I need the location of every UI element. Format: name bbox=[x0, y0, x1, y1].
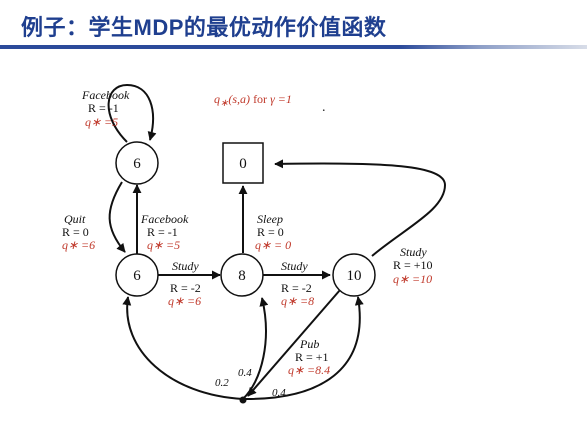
facebook-loop-q: q∗ =5 bbox=[85, 115, 118, 129]
node-class3: 10 bbox=[332, 253, 376, 297]
node-class2: 8 bbox=[220, 253, 264, 297]
quit-reward: R = 0 bbox=[62, 225, 89, 239]
study2-q: q∗ =8 bbox=[281, 294, 314, 308]
pub-action: Pub bbox=[299, 337, 319, 351]
pub-to-class2-arrow bbox=[242, 297, 269, 400]
facebook-reward: R = -1 bbox=[147, 225, 178, 239]
svg-text:0: 0 bbox=[239, 156, 247, 172]
sleep-action: Sleep bbox=[257, 212, 283, 226]
study3-q: q∗ =10 bbox=[393, 272, 432, 286]
facebook-loop-action: Facebook bbox=[81, 88, 130, 102]
header-note: q∗(s,a) for γ =1 bbox=[214, 92, 292, 109]
facebook-loop-reward: R = -1 bbox=[88, 101, 119, 115]
svg-text:6: 6 bbox=[133, 156, 141, 172]
study3-action: Study bbox=[400, 245, 427, 259]
study3-reward: R = +10 bbox=[393, 258, 433, 272]
node-class1: 6 bbox=[115, 253, 159, 297]
sleep-reward: R = 0 bbox=[257, 225, 284, 239]
prob-class2: 0.4 bbox=[238, 367, 252, 379]
node-sleep: 0 bbox=[222, 142, 264, 184]
quit-action: Quit bbox=[64, 212, 86, 226]
svg-text:8: 8 bbox=[238, 268, 246, 284]
sleep-q: q∗ = 0 bbox=[255, 238, 291, 252]
study2-action: Study bbox=[281, 259, 308, 273]
study1-q: q∗ =6 bbox=[168, 294, 201, 308]
prob-class1: 0.2 bbox=[215, 377, 229, 389]
quit-q: q∗ =6 bbox=[62, 238, 95, 252]
prob-class3: 0.4 bbox=[272, 387, 286, 399]
study2-reward: R = -2 bbox=[281, 281, 312, 295]
pub-chance-node bbox=[239, 396, 247, 404]
pub-q: q∗ =8.4 bbox=[288, 363, 330, 377]
pub-reward: R = +1 bbox=[295, 350, 329, 364]
node-facebook-state: 6 bbox=[115, 141, 159, 185]
svg-text:10: 10 bbox=[347, 268, 362, 284]
mdp-diagram: q∗(s,a) for γ =1 6 6 8 10 0 Facebook R =… bbox=[62, 83, 447, 404]
quit-arrow bbox=[108, 181, 126, 253]
study1-action: Study bbox=[172, 259, 199, 273]
study1-reward: R = -2 bbox=[170, 281, 201, 295]
svg-text:6: 6 bbox=[133, 268, 141, 284]
facebook-action: Facebook bbox=[140, 212, 189, 226]
facebook-q: q∗ =5 bbox=[147, 238, 180, 252]
study3-arrow bbox=[274, 159, 447, 257]
